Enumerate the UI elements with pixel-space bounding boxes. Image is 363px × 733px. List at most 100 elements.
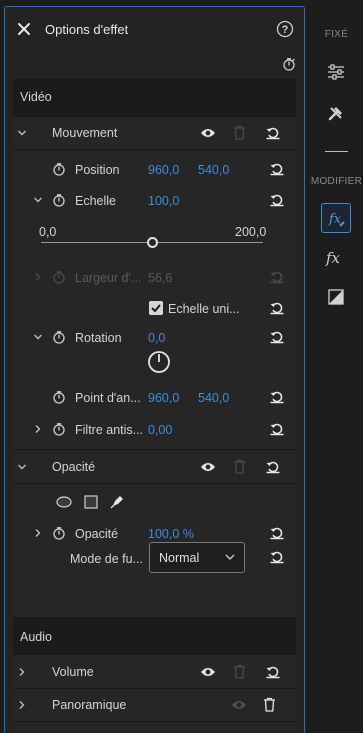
- chevron-down-icon[interactable]: [18, 463, 26, 471]
- reset-icon[interactable]: [270, 390, 284, 404]
- audio-section-label: Audio: [20, 630, 52, 644]
- anchor-x-value[interactable]: 960,0: [148, 391, 179, 405]
- antiflicker-value[interactable]: 0,00: [148, 423, 172, 437]
- sidebar-divider: [325, 151, 348, 152]
- svg-text:fx: fx: [325, 249, 341, 267]
- reset-icon: [270, 270, 284, 284]
- video-section-header: Vidéo: [13, 79, 296, 117]
- modify-section-label: MODIFIER: [310, 176, 363, 187]
- position-y-value[interactable]: 540,0: [198, 163, 229, 177]
- fx-icon[interactable]: fx: [325, 248, 347, 268]
- chevron-down-icon[interactable]: [34, 196, 42, 204]
- scale-width-value: 56,6: [148, 271, 173, 285]
- uniform-scale-label: Echelle uni...: [168, 302, 240, 316]
- scale-value[interactable]: 100,0: [148, 194, 179, 208]
- reset-icon[interactable]: [270, 330, 284, 344]
- reset-icon[interactable]: [270, 526, 284, 540]
- reset-icon[interactable]: [270, 550, 284, 564]
- opacity-effect-row[interactable]: Opacité: [13, 450, 296, 483]
- opacity-label: Opacité: [52, 460, 96, 474]
- motion-effect-row[interactable]: Mouvement: [13, 117, 296, 149]
- slider-min-label: 0,0: [39, 225, 57, 239]
- color-correction-icon[interactable]: [328, 289, 344, 305]
- uniform-scale-checkbox[interactable]: [149, 301, 163, 315]
- stopwatch-icon[interactable]: [52, 330, 66, 344]
- svg-text:fx: fx: [328, 212, 342, 227]
- eye-icon[interactable]: [200, 666, 216, 678]
- eye-icon: [231, 699, 247, 711]
- scale-width-label: Largeur d'...: [75, 271, 142, 285]
- rotation-label: Rotation: [75, 331, 122, 345]
- svg-text:?: ?: [282, 24, 289, 36]
- stopwatch-icon[interactable]: [52, 162, 66, 176]
- trash-icon[interactable]: [263, 697, 276, 712]
- panel-header: Options d'effet ?: [5, 7, 304, 53]
- help-icon[interactable]: ?: [276, 20, 294, 38]
- chevron-right-icon[interactable]: [34, 529, 42, 537]
- chevron-down-icon[interactable]: [18, 129, 26, 137]
- stopwatch-icon[interactable]: [52, 390, 66, 404]
- rotation-value[interactable]: 0,0: [148, 331, 165, 345]
- ellipse-mask-icon[interactable]: [56, 496, 72, 508]
- blend-mode-value: Normal: [159, 551, 200, 565]
- panner-effect-row[interactable]: Panoramique: [13, 689, 296, 721]
- scale-row: Echelle 100,0: [13, 190, 296, 212]
- trash-icon: [233, 459, 246, 474]
- reset-icon[interactable]: [270, 301, 284, 315]
- position-x-value[interactable]: 960,0: [148, 163, 179, 177]
- blend-mode-label: Mode de fu...: [70, 552, 143, 566]
- fixed-section-label: FIXÉ: [324, 29, 349, 40]
- stopwatch-icon: [52, 270, 66, 284]
- fx-edit-icon: fx: [327, 209, 347, 229]
- trash-icon: [233, 125, 246, 140]
- sliders-icon[interactable]: [327, 64, 345, 80]
- blend-mode-dropdown[interactable]: Normal: [149, 542, 245, 573]
- trash-icon: [233, 664, 246, 679]
- reset-icon[interactable]: [266, 126, 280, 140]
- panel-title: Options d'effet: [45, 22, 129, 37]
- effect-controls-button[interactable]: fx: [321, 203, 351, 233]
- chevron-right-icon: [34, 273, 42, 281]
- rotation-dial-icon[interactable]: [147, 350, 171, 374]
- motion-label: Mouvement: [52, 126, 118, 140]
- stopwatch-icon[interactable]: [52, 422, 66, 436]
- close-icon[interactable]: [17, 22, 31, 36]
- chevron-right-icon[interactable]: [34, 425, 42, 433]
- reset-icon[interactable]: [270, 193, 284, 207]
- chevron-right-icon[interactable]: [18, 701, 26, 709]
- scale-width-row: Largeur d'... 56,6: [13, 267, 296, 289]
- volume-effect-row[interactable]: Volume: [13, 656, 296, 688]
- reset-icon[interactable]: [270, 162, 284, 176]
- eye-icon[interactable]: [200, 127, 216, 139]
- stopwatch-icon[interactable]: [52, 193, 66, 207]
- tools-icon[interactable]: [327, 104, 345, 122]
- reset-icon[interactable]: [266, 460, 280, 474]
- audio-section-header: Audio: [13, 617, 296, 655]
- effect-options-panel: Options d'effet ? Vidéo Mouvement Positi…: [4, 6, 305, 733]
- volume-label: Volume: [52, 665, 94, 679]
- opacity-value[interactable]: 100,0 %: [148, 527, 194, 541]
- reset-icon[interactable]: [266, 665, 280, 679]
- antiflicker-row: Filtre antis... 0,00: [13, 419, 296, 441]
- scale-label: Echelle: [75, 194, 116, 208]
- scale-slider-thumb[interactable]: [146, 237, 158, 248]
- rectangle-mask-icon[interactable]: [84, 495, 98, 509]
- position-row: Position 960,0 540,0: [13, 159, 296, 181]
- chevron-right-icon[interactable]: [18, 668, 26, 676]
- stopwatch-icon[interactable]: [282, 57, 296, 71]
- chevron-down-icon: [225, 554, 235, 561]
- panner-label: Panoramique: [52, 698, 127, 712]
- pen-mask-icon[interactable]: [110, 493, 126, 509]
- anchor-y-value[interactable]: 540,0: [198, 391, 229, 405]
- rotation-row: Rotation 0,0: [13, 327, 296, 349]
- antiflicker-label: Filtre antis...: [75, 423, 144, 437]
- anchor-point-row: Point d'an... 960,0 540,0: [13, 387, 296, 409]
- right-toolbar: FIXÉ MODIFIER fx fx: [310, 0, 363, 733]
- chevron-down-icon[interactable]: [34, 333, 42, 341]
- effects-list: Vidéo Mouvement Position 960,0 540,0 Ech…: [13, 79, 296, 733]
- eye-icon[interactable]: [200, 461, 216, 473]
- reset-icon[interactable]: [270, 422, 284, 436]
- position-label: Position: [75, 163, 120, 177]
- stopwatch-icon[interactable]: [52, 526, 66, 540]
- uniform-scale-row: Echelle uni...: [13, 298, 296, 320]
